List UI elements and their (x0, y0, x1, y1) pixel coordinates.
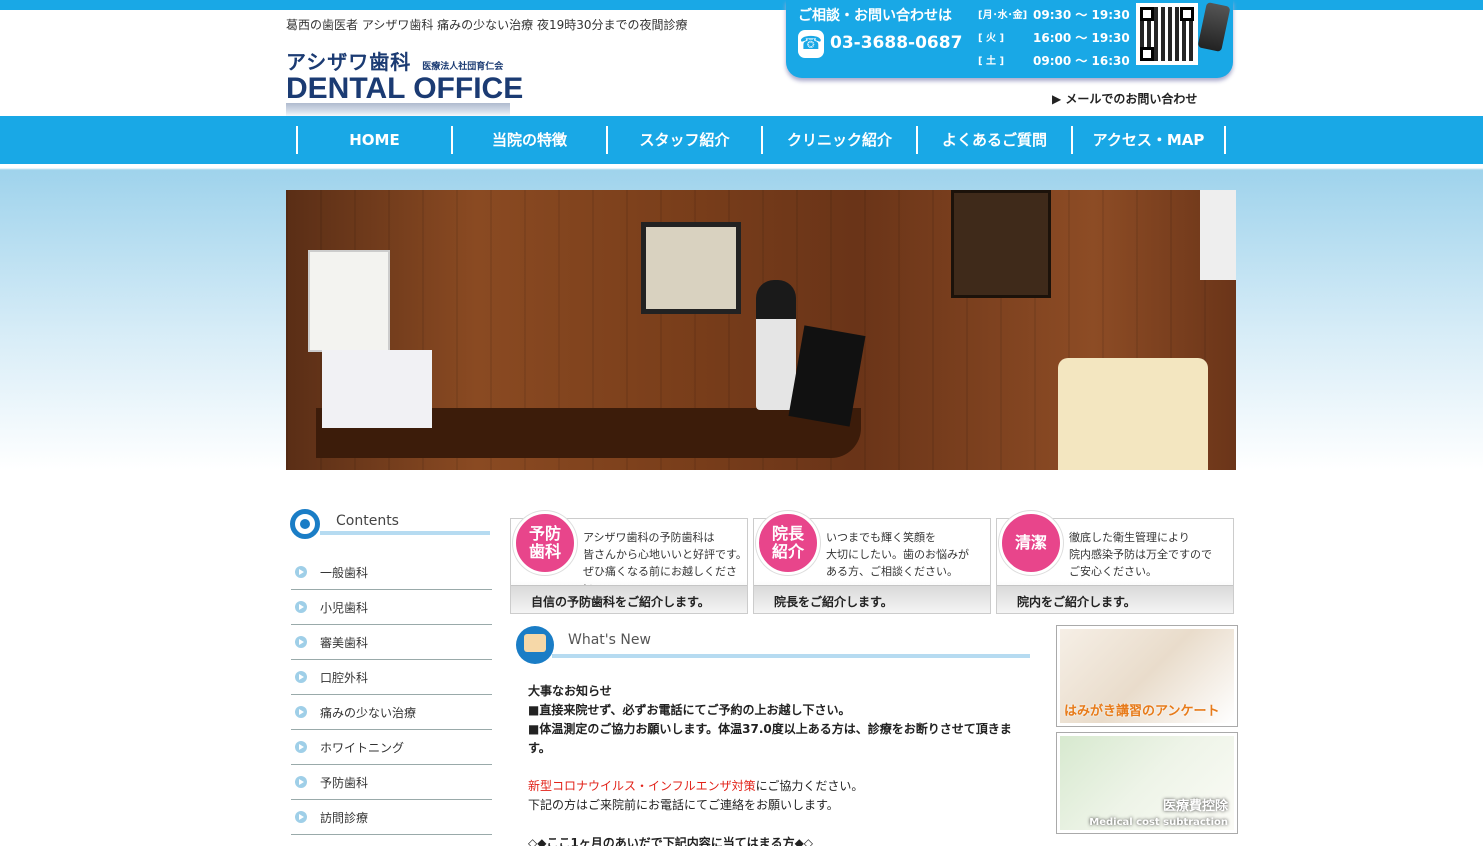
news-heading: 大事なお知らせ (528, 684, 612, 698)
feature-text: いつまでも輝く笑顔を 大切にしたい。歯のお悩みが ある方、ご相談ください。 (826, 531, 969, 578)
phone-icon: ☎ (798, 30, 824, 58)
hours-day: [月･水･金] (978, 10, 1028, 21)
hero-image (286, 190, 1236, 470)
sidebar: Contents 一般歯科 小児歯科 審美歯科 口腔外科 痛みの少ない治療 ホワ… (286, 505, 492, 835)
banner-caption: 医療費控除 (1162, 799, 1228, 814)
site-tagline: 葛西の歯医者 アシザワ歯科 痛みの少ない治療 夜19時30分までの夜間診療 (286, 18, 688, 32)
feature-card-director[interactable]: 院長 紹介 いつまでも輝く笑顔を 大切にしたい。歯のお悩みが ある方、ご相談ください… (753, 511, 991, 614)
logo-reflection (286, 103, 510, 117)
banner-subcaption: Medical cost subtraction (1089, 817, 1228, 828)
arrow-bullet-icon (295, 566, 307, 578)
feature-badge: 院長 紹介 (756, 511, 820, 575)
hours-row: [ 土 ] 09:00 ～ 16:30 (978, 52, 1138, 75)
news-content: 大事なお知らせ ■直接来院せず、必ずお電話にてご予約の上お越し下さい。 ■体温測… (528, 682, 1033, 846)
office-hours: [月･水･金] 09:30 ～ 19:30 [ 火 ] 16:00 ～ 19:30 … (978, 6, 1138, 75)
news-line: ■直接来院せず、必ずお電話にてご予約の上お越し下さい。 (528, 703, 851, 717)
arrow-bullet-icon (295, 811, 307, 823)
qr-code-icon (1136, 3, 1198, 65)
arrow-bullet-icon (295, 601, 307, 613)
feature-card-hygiene[interactable]: 清潔 徹底した衛生管理により 院内感染予防は万全ですので ご安心ください。 院内をご… (996, 511, 1234, 614)
logo-japanese: アシザワ歯科 (286, 50, 412, 74)
banner-caption: はみがき講習のアンケート (1064, 704, 1220, 719)
news-line: 下記の方はご来院前にお電話にてご連絡をお願いします。 (528, 798, 839, 812)
nav-features[interactable]: 当院の特徴 (451, 126, 606, 154)
arrow-bullet-icon (295, 776, 307, 788)
site-logo[interactable]: アシザワ歯科 医療法人社団育仁会 DENTAL OFFICE (286, 46, 523, 117)
hours-time: 09:30 ～ 19:30 (1033, 8, 1130, 22)
sidebar-header: Contents (286, 505, 492, 549)
hours-day: [ 火 ] (978, 33, 1005, 44)
nav-staff[interactable]: スタッフ紹介 (606, 126, 761, 154)
sidebar-item-home-visit[interactable]: 訪問診療 (291, 800, 492, 835)
hours-row: [ 火 ] 16:00 ～ 19:30 (978, 29, 1138, 52)
speech-bubble-icon (516, 626, 554, 664)
banner-medical-deduction[interactable]: 医療費控除 Medical cost subtraction (1056, 732, 1238, 834)
sidebar-item-painless[interactable]: 痛みの少ない治療 (291, 695, 492, 730)
arrow-bullet-icon (295, 706, 307, 718)
hours-time: 09:00 ～ 16:30 (1033, 54, 1130, 68)
banner-brushing-survey[interactable]: はみがき講習のアンケート (1056, 625, 1238, 727)
sidebar-title: Contents (336, 513, 399, 529)
phone-number[interactable]: 03-3688-0687 (830, 33, 962, 53)
news-line: ◇◆ここ1ヶ月のあいだで下記内容に当てはまる方◆◇ (528, 836, 814, 846)
nav-access[interactable]: アクセス・MAP (1071, 126, 1226, 154)
feature-text: 徹底した衛生管理により 院内感染予防は万全ですので ご安心ください。 (1069, 531, 1212, 578)
arrow-bullet-icon (295, 636, 307, 648)
feature-footer: 自信の予防歯科をご紹介します。 (511, 585, 747, 613)
news-line: 新型コロナウイルス・インフルエンザ対策にご協力ください。 (528, 779, 864, 793)
top-accent-bar (0, 0, 1483, 10)
news-line: ■体温測定のご協力お願いします。体温37.0度以上ある方は、診療をお断りさせて頂… (528, 722, 1012, 755)
nav-faq[interactable]: よくあるご質問 (916, 126, 1071, 154)
logo-english: DENTAL OFFICE (286, 72, 524, 105)
logo-corporation: 医療法人社団育仁会 (422, 62, 504, 72)
hours-day: [ 土 ] (978, 56, 1005, 67)
arrow-bullet-icon (295, 671, 307, 683)
contact-title: ご相談・お問い合わせは (798, 8, 952, 24)
feature-badge: 清潔 (999, 511, 1063, 575)
feature-badge: 予防 歯科 (513, 511, 577, 575)
sidebar-item-preventive[interactable]: 予防歯科 (291, 765, 492, 800)
news-header: What's New (514, 626, 1030, 666)
mail-contact-link[interactable]: ▶ メールでのお問い合わせ (1052, 90, 1197, 107)
main-nav: HOME 当院の特徴 スタッフ紹介 クリニック紹介 よくあるご質問 アクセス・M… (0, 116, 1483, 164)
arrow-bullet-icon (295, 741, 307, 753)
feature-card-preventive[interactable]: 予防 歯科 アシザワ歯科の予防歯科は 皆さんから心地いいと好評です。 ぜひ痛くなる前… (510, 511, 748, 614)
news-title: What's New (568, 632, 651, 648)
sidebar-item-oral-surgery[interactable]: 口腔外科 (291, 660, 492, 695)
hours-time: 16:00 ～ 19:30 (1033, 31, 1130, 45)
hours-row: [月･水･金] 09:30 ～ 19:30 (978, 6, 1138, 29)
feature-footer: 院長をご紹介します。 (754, 585, 990, 613)
sidebar-item-general[interactable]: 一般歯科 (291, 555, 492, 590)
nav-clinic[interactable]: クリニック紹介 (761, 126, 916, 154)
feature-footer: 院内をご紹介します。 (997, 585, 1233, 613)
sidebar-item-whitening[interactable]: ホワイトニング (291, 730, 492, 765)
news-highlight: 新型コロナウイルス・インフルエンザ対策 (528, 779, 756, 793)
nav-home[interactable]: HOME (296, 126, 451, 154)
contents-circle-icon (290, 509, 320, 539)
sidebar-item-cosmetic[interactable]: 審美歯科 (291, 625, 492, 660)
sidebar-item-pediatric[interactable]: 小児歯科 (291, 590, 492, 625)
